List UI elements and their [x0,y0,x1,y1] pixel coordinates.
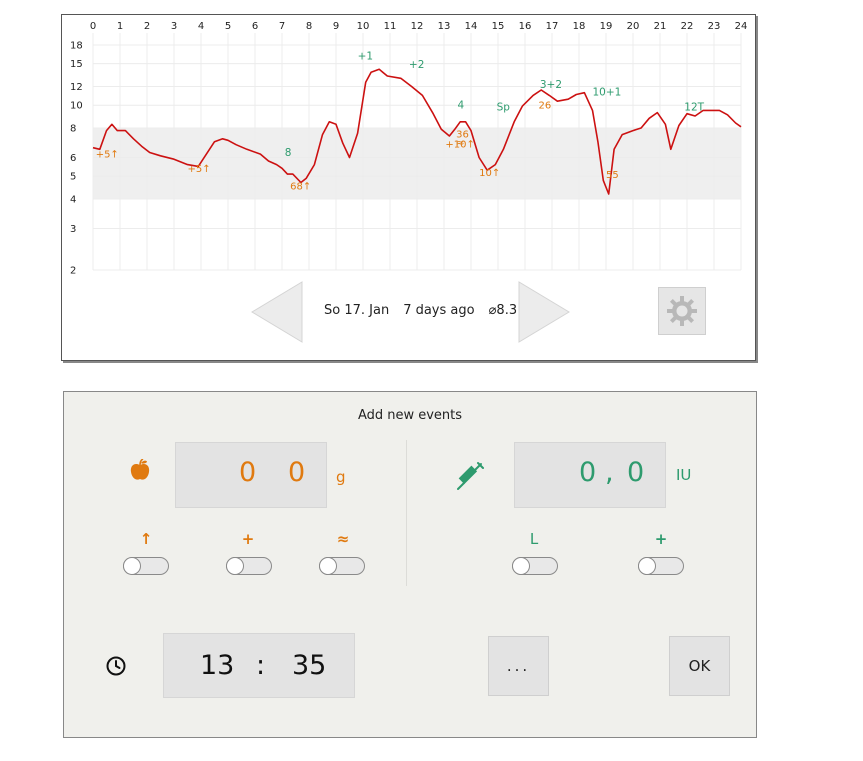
carbs-annotation: +5↑ [188,164,211,175]
x-tick-label: 3 [171,21,177,32]
toggle-approx[interactable] [319,557,365,575]
panel-divider [406,440,407,586]
x-tick-label: 8 [306,21,312,32]
x-tick-label: 20 [627,21,640,32]
time-minutes[interactable]: 35 [292,650,326,681]
insulin-digit-decimal[interactable]: 0 [627,457,644,488]
x-tick-label: 18 [573,21,586,32]
insulin-comma: , [605,457,614,488]
carbs-annotation: 55 [606,170,619,181]
insulin-annotation: +1 [358,51,373,63]
y-tick-label: 18 [70,41,83,52]
average-label: ⌀8.3 [488,303,518,318]
x-tick-label: 23 [708,21,721,32]
x-tick-label: 11 [384,21,397,32]
x-tick-label: 4 [198,21,204,32]
toggle-label-long-acting: L [529,530,539,548]
carbs-annotation: 26 [539,100,552,111]
insulin-annotation: 12T [684,101,704,113]
y-tick-label: 3 [70,224,76,235]
x-tick-label: 19 [600,21,613,32]
x-tick-label: 21 [654,21,667,32]
y-tick-label: 10 [70,101,83,112]
syringe-icon [457,462,484,490]
carbs-unit: g [336,468,346,486]
toggle-label-rising: ↑ [139,530,153,548]
toggle-plus-insulin[interactable] [638,557,684,575]
x-tick-label: 1 [117,21,123,32]
left-arrow-icon [251,281,303,343]
x-tick-label: 10 [357,21,370,32]
toggle-knob [638,557,656,575]
toggle-knob [226,557,244,575]
x-tick-label: 17 [546,21,559,32]
x-tick-label: 12 [411,21,424,32]
toggle-knob [319,557,337,575]
carbs-annotation: +5↑ [96,150,119,161]
x-tick-label: 14 [465,21,478,32]
right-arrow-icon [518,281,570,343]
glucose-chart-panel: 0 1 2 3 4 5 6 7 8 9 10 11 12 13 14 15 16 17 18 19 20 21 22 23 24… [61,14,756,361]
y-tick-label: 6 [70,153,76,164]
toggle-knob [512,557,530,575]
toggle-long-acting[interactable] [512,557,558,575]
toggle-label-plus-carbs: + [241,530,255,548]
date-info: So 17. Jan 7 days ago ⌀8.3 [324,303,517,323]
gear-icon [667,296,697,326]
toggle-rising[interactable] [123,557,169,575]
previous-day-button[interactable] [250,281,304,343]
apple-icon [130,459,150,480]
x-tick-label: 0 [90,21,96,32]
x-tick-label: 5 [225,21,231,32]
carbs-digit-ones[interactable]: 0 [288,457,305,488]
insulin-unit: IU [676,466,692,484]
time-hours[interactable]: 13 [200,650,234,681]
x-tick-label: 6 [252,21,258,32]
x-tick-label: 24 [735,21,748,32]
x-tick-label: 15 [492,21,505,32]
carbs-input[interactable]: 0 0 [175,442,327,508]
time-separator: : [256,650,266,681]
x-tick-label: 22 [681,21,694,32]
x-tick-label: 7 [279,21,285,32]
date-label: So 17. Jan [324,303,390,318]
insulin-annotation: +2 [409,59,424,71]
x-tick-label: 13 [438,21,451,32]
y-tick-label: 2 [70,266,76,277]
ok-button[interactable]: OK [669,636,730,696]
more-options-button[interactable]: ... [488,636,549,696]
relative-date-label: 7 days ago [403,303,475,318]
insulin-annotation: 3+2 [540,79,562,91]
insulin-input[interactable]: 0 , 0 [514,442,666,508]
insulin-annotation: 8 [285,147,292,159]
insulin-annotation: Sp [497,101,511,113]
time-input[interactable]: 13 : 35 [163,633,355,698]
y-tick-label: 15 [70,59,83,70]
toggle-knob [123,557,141,575]
settings-button[interactable] [658,287,706,335]
carbs-annotation: 68↑ [290,181,311,192]
x-tick-label: 2 [144,21,150,32]
insulin-annotation: 4 [458,99,465,111]
x-tick-label: 9 [333,21,339,32]
carbs-digit-tens[interactable]: 0 [239,457,256,488]
carbs-annotation: ≈ [456,138,464,149]
y-tick-label: 12 [70,82,83,93]
carbs-annotation: 10↑ [479,168,500,179]
insulin-digit-integer[interactable]: 0 [579,457,596,488]
insulin-annotation: 10+1 [593,86,622,98]
y-tick-label: 8 [70,124,76,135]
x-tick-label: 16 [519,21,532,32]
toggle-label-approx: ≈ [336,530,350,548]
y-tick-label: 4 [70,195,76,206]
toggle-plus-carbs[interactable] [226,557,272,575]
next-day-button[interactable] [517,281,571,343]
add-events-panel: Add new events 0 0 g 0 , 0 IU ↑ + ≈ L + [63,391,757,738]
events-title: Add new events [357,408,463,423]
clock-icon [106,656,126,676]
toggle-label-plus-insulin: + [654,530,668,548]
y-tick-label: 5 [70,172,76,183]
